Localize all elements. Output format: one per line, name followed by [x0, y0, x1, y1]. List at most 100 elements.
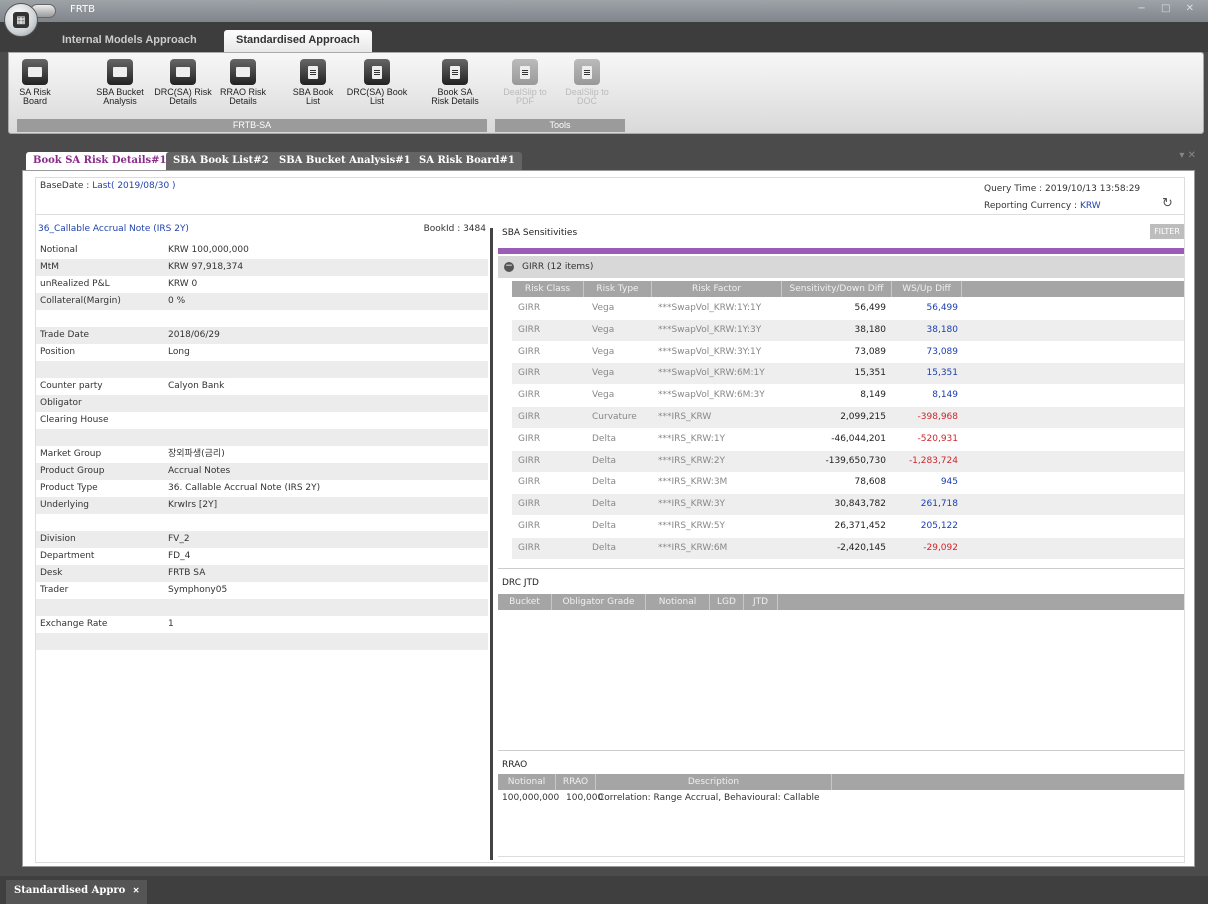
currency-label: Reporting Currency :: [984, 201, 1078, 211]
collapse-icon[interactable]: −: [504, 262, 514, 272]
table-row[interactable]: GIRR Delta ***IRS_KRW:6M -2,420,145 -29,092: [512, 537, 1184, 559]
table-row[interactable]: GIRR Delta ***IRS_KRW:2Y -139,650,730 -1,283…: [512, 450, 1184, 472]
rrao-risk-details-button[interactable]: RRAO Risk Details: [215, 59, 271, 106]
cell-rf: ***IRS_KRW:3M: [658, 477, 728, 488]
app-title: FRTB: [70, 4, 95, 15]
field-row: Obligator: [36, 395, 488, 412]
refresh-icon[interactable]: ↻: [1162, 196, 1173, 211]
document-icon: [574, 59, 600, 85]
cell-rf: ***SwapVol_KRW:6M:1Y: [658, 368, 765, 379]
field-value: 1: [168, 619, 174, 629]
cell-rc: GIRR: [518, 455, 541, 466]
tab-internal-models-approach[interactable]: Internal Models Approach: [50, 30, 209, 52]
book-sa-risk-details-button[interactable]: Book SA Risk Details: [425, 59, 485, 106]
table-row[interactable]: GIRR Delta ***IRS_KRW:1Y -46,044,201 -520,93…: [512, 429, 1184, 450]
section-divider: [498, 750, 1184, 751]
folder-icon: [170, 59, 196, 85]
window-controls[interactable]: − □ ✕: [1137, 3, 1200, 14]
col-description[interactable]: Description: [596, 774, 832, 790]
cell-ws: 73,089: [926, 346, 959, 357]
cell-rc: GIRR: [518, 542, 541, 553]
field-row: Product Group Accrual Notes: [36, 463, 488, 480]
table-row[interactable]: GIRR Curvature ***IRS_KRW 2,099,215 -398,968: [512, 407, 1184, 428]
splitter[interactable]: [490, 228, 493, 860]
cell-rc: GIRR: [518, 412, 541, 422]
tab-controls[interactable]: ▾ ✕: [1179, 150, 1196, 161]
folder-icon: [107, 59, 133, 85]
cell-rc: GIRR: [518, 499, 541, 510]
sa-risk-board-button[interactable]: SA Risk Board: [17, 59, 53, 106]
document-icon: [442, 59, 468, 85]
table-row[interactable]: GIRR Vega ***SwapVol_KRW:1Y:1Y 56,499 56,499: [512, 298, 1184, 319]
cell-sens: 38,180: [854, 324, 887, 335]
tab-sa-risk-board[interactable]: SA Risk Board#1: [412, 152, 522, 170]
col-risk-type[interactable]: Risk Type: [584, 281, 652, 297]
section-divider: [498, 568, 1184, 569]
field-label: MtM: [40, 262, 60, 272]
col-risk-factor[interactable]: Risk Factor: [652, 281, 782, 297]
field-value: FV_2: [168, 534, 190, 544]
cell-sens: -2,420,145: [836, 542, 886, 553]
cell-sens: -46,044,201: [831, 433, 886, 444]
tab-sba-bucket-analysis[interactable]: SBA Bucket Analysis#1: [272, 152, 418, 170]
col-obligator-grade[interactable]: Obligator Grade: [552, 594, 646, 610]
table-row[interactable]: GIRR Vega ***SwapVol_KRW:6M:3Y 8,149 8,149: [512, 385, 1184, 406]
sba-bucket-analysis-button[interactable]: SBA Bucket Analysis: [91, 59, 149, 106]
basedate-link[interactable]: Last( 2019/08/30 ): [92, 181, 175, 191]
col-risk-class[interactable]: Risk Class: [512, 281, 584, 297]
dealslip-to-doc-button[interactable]: DealSlip to DOC: [559, 59, 615, 106]
rrao-description: Correlation: Range Accrual, Behavioural:…: [598, 793, 820, 803]
field-row: Position Long: [36, 344, 488, 361]
cell-ws: -520,931: [917, 433, 958, 444]
cell-rt: Delta: [592, 477, 617, 488]
tab-sba-book-list[interactable]: SBA Book List#2: [166, 152, 276, 170]
product-title[interactable]: 36_Callable Accrual Note (IRS 2Y): [38, 224, 189, 234]
header-divider: [36, 214, 1184, 215]
drc-sa-risk-details-button[interactable]: DRC(SA) Risk Details: [151, 59, 215, 106]
dealslip-to-pdf-button[interactable]: DealSlip to PDF: [497, 59, 553, 106]
section-divider: [498, 856, 1184, 857]
bottom-tab-standardised[interactable]: Standardised Appro ✕: [6, 880, 148, 904]
tab-book-sa-risk-details[interactable]: Book SA Risk Details#1: [26, 152, 174, 170]
field-label: Obligator: [40, 398, 82, 408]
close-icon[interactable]: ✕: [133, 885, 140, 895]
sba-book-list-button[interactable]: SBA Book List: [287, 59, 339, 106]
field-value: Calyon Bank: [168, 381, 225, 391]
tab-standardised-approach[interactable]: Standardised Approach: [224, 30, 372, 52]
table-row[interactable]: GIRR Delta ***IRS_KRW:3Y 30,843,782 261,718: [512, 494, 1184, 516]
table-row[interactable]: GIRR Delta ***IRS_KRW:3M 78,608 945: [512, 472, 1184, 493]
field-value: 0 %: [168, 296, 186, 306]
col-jtd[interactable]: JTD: [744, 594, 778, 610]
table-row[interactable]: GIRR Vega ***SwapVol_KRW:6M:1Y 15,351 15,351: [512, 363, 1184, 385]
field-row: Exchange Rate 1: [36, 616, 488, 633]
field-label: Department: [40, 551, 95, 561]
drc-sa-book-list-button[interactable]: DRC(SA) Book List: [343, 59, 411, 106]
col-notional[interactable]: Notional: [646, 594, 710, 610]
table-row[interactable]: GIRR Vega ***SwapVol_KRW:1Y:3Y 38,180 38,180: [512, 319, 1184, 341]
cell-rf: ***SwapVol_KRW:3Y:1Y: [658, 346, 762, 357]
field-value: FD_4: [168, 551, 191, 561]
col-rrao[interactable]: RRAO: [556, 774, 596, 790]
col-lgd[interactable]: LGD: [710, 594, 744, 610]
app-menu-button[interactable]: ▦: [4, 3, 38, 37]
field-label: Product Type: [40, 483, 98, 493]
col-rrao-notional[interactable]: Notional: [498, 774, 556, 790]
cell-ws: -1,283,724: [908, 455, 958, 466]
field-row: Division FV_2: [36, 531, 488, 548]
col-sensitivity[interactable]: Sensitivity/Down Diff: [782, 281, 892, 297]
cell-rt: Vega: [592, 346, 615, 357]
col-ws-up-diff[interactable]: WS/Up Diff: [892, 281, 962, 297]
cell-rt: Delta: [592, 455, 617, 466]
table-row[interactable]: GIRR Delta ***IRS_KRW:5Y 26,371,452 205,122: [512, 516, 1184, 537]
table-row[interactable]: GIRR Vega ***SwapVol_KRW:3Y:1Y 73,089 73,089: [512, 342, 1184, 363]
folder-icon: [230, 59, 256, 85]
document-icon: [512, 59, 538, 85]
col-bucket[interactable]: Bucket: [498, 594, 552, 610]
document-icon: [300, 59, 326, 85]
ribbon-tab-row: Internal Models Approach Standardised Ap…: [0, 22, 1208, 52]
accent-bar: [498, 248, 1184, 254]
currency-link[interactable]: KRW: [1080, 201, 1101, 211]
document-icon: [364, 59, 390, 85]
girr-group-header[interactable]: − GIRR (12 items): [498, 256, 1184, 278]
filter-button[interactable]: FILTER: [1150, 224, 1184, 239]
